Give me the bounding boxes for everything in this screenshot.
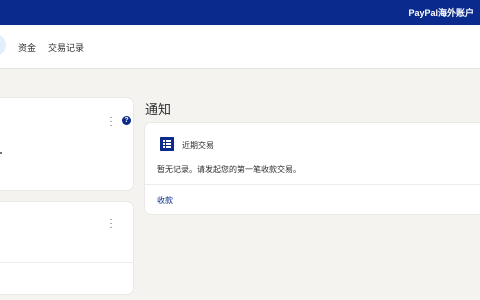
secondary-card bbox=[0, 202, 133, 294]
top-bar: PayPal海外账户 bbox=[0, 0, 480, 25]
recent-transactions-message: 暂无记录。请发起您的第一笔收款交易。 bbox=[157, 165, 301, 174]
brand-label: PayPal海外账户 bbox=[408, 8, 474, 18]
nav-item-funds[interactable]: 资金 bbox=[18, 41, 36, 54]
main-nav: 资金 交易记录 bbox=[0, 25, 480, 69]
kebab-icon[interactable]: · · · bbox=[108, 113, 114, 131]
avatar[interactable] bbox=[0, 34, 6, 56]
help-icon[interactable]: ? bbox=[122, 116, 131, 125]
list-icon bbox=[160, 137, 174, 151]
kebab-icon[interactable]: · · · bbox=[108, 215, 114, 233]
card-divider bbox=[145, 184, 480, 185]
receive-payment-link[interactable]: 收款 bbox=[157, 195, 173, 206]
recent-transactions-title: 近期交易 bbox=[182, 141, 214, 150]
balance-card bbox=[0, 98, 133, 190]
divider-mark bbox=[0, 152, 2, 154]
notifications-title: 通知 bbox=[145, 102, 172, 117]
card-divider bbox=[0, 262, 133, 263]
nav-item-transactions[interactable]: 交易记录 bbox=[48, 41, 84, 54]
